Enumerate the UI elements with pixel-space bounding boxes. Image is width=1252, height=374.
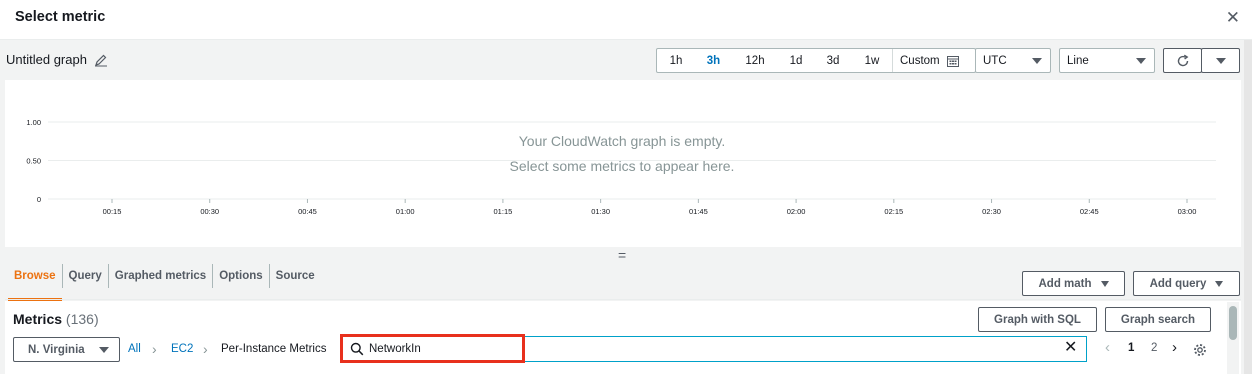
- graph-search-button[interactable]: Graph search: [1105, 307, 1211, 332]
- breadcrumb-all[interactable]: All: [128, 343, 141, 355]
- time-range-1h[interactable]: 1h: [657, 49, 695, 72]
- timezone-value: UTC: [983, 54, 1007, 67]
- time-range-12h[interactable]: 12h: [732, 49, 778, 72]
- caret-down-icon: [1215, 57, 1226, 64]
- x-tick-label: 00:30: [200, 207, 219, 216]
- y-tick-label: 0: [37, 195, 41, 204]
- tabs-divider: [5, 299, 1241, 300]
- cloudwatch-chart: 1.00 0.50 0 00:15 00:30 00:45 01:00 01:15 01:30 0…: [26, 118, 1216, 216]
- chevron-right-icon: ›: [203, 341, 208, 357]
- chevron-down-icon: [1032, 58, 1042, 64]
- x-tick-label: 01:00: [396, 207, 415, 216]
- x-tick-label: 02:45: [1080, 207, 1099, 216]
- metrics-title: Metrics: [13, 311, 63, 327]
- add-math-button[interactable]: Add math: [1022, 271, 1125, 296]
- page-2[interactable]: 2: [1151, 342, 1157, 354]
- tab-query[interactable]: Query: [63, 264, 109, 288]
- breadcrumb-ec2[interactable]: EC2: [171, 343, 193, 355]
- y-tick-label: 1.00: [26, 118, 41, 127]
- tab-source[interactable]: Source: [270, 264, 321, 288]
- region-value: N. Virginia: [28, 343, 85, 356]
- page-1[interactable]: 1: [1128, 342, 1134, 354]
- search-icon: [350, 342, 364, 356]
- add-query-label: Add query: [1149, 277, 1207, 290]
- tab-graphed-metrics[interactable]: Graphed metrics: [109, 264, 214, 288]
- metric-tabs: Browse Query Graphed metrics Options Sou…: [8, 264, 321, 301]
- time-range-selector: 1h 3h 12h 1d 3d 1w Custom: [656, 48, 976, 73]
- empty-graph-subtitle: Select some metrics to appear here.: [510, 158, 735, 174]
- pencil-edit-icon[interactable]: [94, 53, 108, 67]
- metrics-count: (136): [65, 311, 99, 327]
- prev-page-icon[interactable]: ‹: [1105, 339, 1110, 356]
- tab-browse[interactable]: Browse: [8, 264, 63, 301]
- calendar-icon: [946, 55, 959, 67]
- metric-search-input[interactable]: [369, 337, 1059, 361]
- panel-resize-handle[interactable]: =: [618, 248, 626, 262]
- empty-graph-title: Your CloudWatch graph is empty.: [519, 133, 725, 149]
- x-tick-label: 02:00: [787, 207, 806, 216]
- add-query-button[interactable]: Add query: [1133, 271, 1240, 296]
- graph-title[interactable]: Untitled graph: [6, 52, 87, 67]
- graph-panel: 1.00 0.50 0 00:15 00:30 00:45 01:00 01:15 01:30 0…: [5, 80, 1241, 247]
- x-tick-label: 03:00: [1178, 207, 1197, 216]
- time-range-3h[interactable]: 3h: [695, 49, 732, 72]
- x-tick-label: 00:15: [103, 207, 122, 216]
- time-range-3d[interactable]: 3d: [814, 49, 852, 72]
- tab-options[interactable]: Options: [213, 264, 270, 288]
- add-math-label: Add math: [1038, 277, 1092, 290]
- timezone-select[interactable]: UTC: [975, 48, 1051, 73]
- time-range-1w[interactable]: 1w: [852, 49, 892, 72]
- x-tick-label: 01:45: [689, 207, 708, 216]
- metrics-heading: Metrics (136): [13, 311, 99, 327]
- metrics-scroll-thumb[interactable]: [1229, 306, 1237, 340]
- graph-with-sql-button[interactable]: Graph with SQL: [978, 307, 1097, 332]
- x-tick-label: 01:30: [591, 207, 610, 216]
- region-select[interactable]: N. Virginia: [13, 337, 120, 362]
- x-tick-label: 02:30: [982, 207, 1001, 216]
- x-tick-label: 01:15: [494, 207, 513, 216]
- modal-header: Select metric ✕: [0, 0, 1252, 40]
- gear-icon[interactable]: [1193, 343, 1207, 357]
- x-tick-label: 02:15: [884, 207, 903, 216]
- time-range-1d[interactable]: 1d: [778, 49, 814, 72]
- modal-scrollbar[interactable]: [1244, 40, 1252, 374]
- y-tick-label: 0.50: [26, 157, 41, 166]
- clear-search-icon[interactable]: ✕: [1064, 339, 1077, 357]
- caret-down-icon: [1100, 280, 1109, 287]
- chevron-right-icon: ›: [152, 341, 157, 357]
- next-page-icon[interactable]: ›: [1172, 339, 1177, 356]
- custom-range-label: Custom: [900, 54, 940, 67]
- chevron-down-icon: [1136, 58, 1146, 64]
- caret-down-icon: [1215, 280, 1224, 287]
- chevron-down-icon: [99, 347, 109, 353]
- chart-type-select[interactable]: Line: [1059, 48, 1155, 73]
- breadcrumb-per-instance-metrics: Per-Instance Metrics: [221, 343, 327, 355]
- chart-type-value: Line: [1067, 54, 1089, 67]
- refresh-button[interactable]: [1163, 48, 1202, 73]
- refresh-options-button[interactable]: [1201, 48, 1240, 73]
- modal-title: Select metric: [15, 9, 106, 25]
- custom-range-button[interactable]: Custom: [892, 49, 965, 72]
- close-icon[interactable]: ✕: [1226, 8, 1240, 28]
- refresh-icon: [1177, 54, 1188, 66]
- x-tick-label: 00:45: [298, 207, 317, 216]
